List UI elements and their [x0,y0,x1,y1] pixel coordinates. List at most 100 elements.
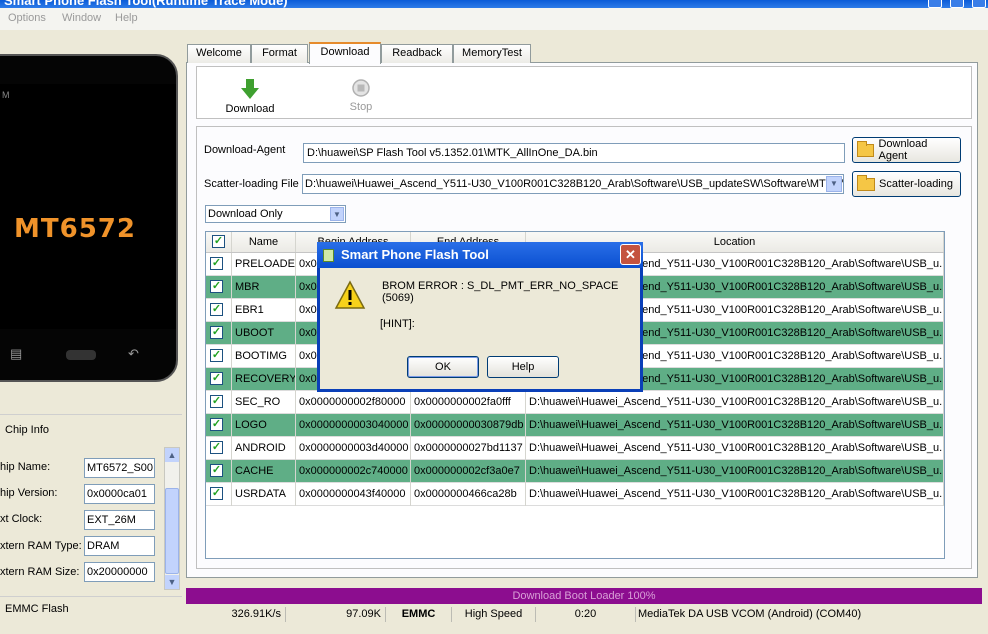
partition-checkbox[interactable]: ✓ [210,303,223,316]
cell-name: USRDATA [232,483,296,506]
cell-checkbox[interactable]: ✓ [206,391,232,414]
cell-checkbox[interactable]: ✓ [206,299,232,322]
scatter-loading-button-label: Scatter-loading [879,178,953,190]
cell-begin-address: 0x0000000003040000 [296,414,411,437]
phone-corner-label: M [2,90,10,100]
scroll-thumb[interactable] [165,488,179,574]
home-key-icon [66,350,96,360]
ram-type-value: DRAM [84,536,155,556]
cell-end-address: 0x0000000466ca28b [411,483,526,506]
download-agent-button[interactable]: Download Agent [852,137,961,163]
ok-button[interactable]: OK [407,356,479,378]
cell-name: RECOVERY [232,368,296,391]
dialog-titlebar: Smart Phone Flash Tool ✕ [317,242,643,268]
back-key-icon: ↶ [128,346,139,361]
partition-checkbox[interactable]: ✓ [210,464,223,477]
download-arrow-icon [241,79,259,99]
window-title: Smart Phone Flash Tool(Runtime Trace Mod… [4,0,288,8]
partition-checkbox[interactable]: ✓ [210,349,223,362]
partition-checkbox[interactable]: ✓ [210,418,223,431]
cell-checkbox[interactable]: ✓ [206,437,232,460]
app-icon [323,249,334,262]
scroll-up-icon[interactable]: ▲ [165,448,179,462]
chevron-down-icon[interactable]: ▼ [330,207,344,221]
partition-checkbox[interactable]: ✓ [210,280,223,293]
chip-info-scrollbar[interactable]: ▲ ▼ [164,447,180,590]
chip-name-label: hip Name: [0,461,51,473]
menu-window[interactable]: Window [62,12,101,24]
cell-checkbox[interactable]: ✓ [206,276,232,299]
cell-name: LOGO [232,414,296,437]
download-agent-path-field[interactable]: D:\huawei\SP Flash Tool v5.1352.01\MTK_A… [303,143,845,163]
scatter-loading-button[interactable]: Scatter-loading [852,171,961,197]
status-speed: 326.91K/s [186,607,286,622]
partition-checkbox[interactable]: ✓ [210,441,223,454]
partition-checkbox[interactable]: ✓ [210,372,223,385]
header-check-all[interactable]: ✓ [206,232,232,252]
menu-options[interactable]: Options [8,12,46,24]
table-row[interactable]: ✓ LOGO 0x0000000003040000 0x00000000030879d… [206,414,944,437]
download-mode-select[interactable]: Download Only ▼ [205,205,346,223]
tab-welcome[interactable]: Welcome [187,44,251,63]
cell-checkbox[interactable]: ✓ [206,322,232,345]
partition-checkbox[interactable]: ✓ [210,487,223,500]
cell-location: D:\huawei\Huawei_Ascend_Y511-U30_V100R00… [526,460,944,483]
table-row[interactable]: ✓ ANDROID 0x0000000003d40000 0x0000000027bd… [206,437,944,460]
menu-help[interactable]: Help [115,12,138,24]
cell-checkbox[interactable]: ✓ [206,368,232,391]
cell-checkbox[interactable]: ✓ [206,253,232,276]
cell-name: BOOTIMG [232,345,296,368]
cell-checkbox[interactable]: ✓ [206,460,232,483]
ext-clock-value: EXT_26M [84,510,155,530]
cell-name: UBOOT [232,322,296,345]
chevron-down-icon[interactable]: ▼ [826,176,842,192]
cell-checkbox[interactable]: ✓ [206,483,232,506]
minimize-button[interactable] [928,0,942,8]
cell-end-address: 0x0000000002fa0fff [411,391,526,414]
cell-name: EBR1 [232,299,296,322]
menu-bar: Options Window Help [0,8,988,30]
close-icon[interactable]: ✕ [620,244,641,265]
cell-name: ANDROID [232,437,296,460]
ram-size-value: 0x20000000 [84,562,155,582]
stop-button[interactable]: Stop [345,78,377,113]
scatter-file-combo[interactable]: D:\huawei\Huawei_Ascend_Y511-U30_V100R00… [302,174,844,194]
partition-checkbox[interactable]: ✓ [210,395,223,408]
ram-type-label: xtern RAM Type: [0,540,82,552]
status-storage-type: EMMC [386,607,452,622]
table-row[interactable]: ✓ USRDATA 0x0000000043f40000 0x0000000466ca… [206,483,944,506]
cell-location: D:\huawei\Huawei_Ascend_Y511-U30_V100R00… [526,414,944,437]
cell-end-address: 0x0000000027bd1137 [411,437,526,460]
ext-clock-label: xt Clock: [0,513,43,525]
chip-brand-label: MT6572 [14,214,136,244]
status-elapsed-time: 0:20 [536,607,636,622]
dialog-title: Smart Phone Flash Tool [341,247,489,262]
cell-name: MBR [232,276,296,299]
cell-checkbox[interactable]: ✓ [206,414,232,437]
status-size: 97.09K [286,607,386,622]
chip-info-header[interactable]: Chip Info [5,424,49,436]
partition-checkbox[interactable]: ✓ [210,257,223,270]
help-button[interactable]: Help [487,356,559,378]
emmc-flash-label[interactable]: EMMC Flash [5,603,69,615]
tab-memorytest[interactable]: MemoryTest [453,44,531,63]
close-window-button[interactable] [972,0,986,8]
window-titlebar: Smart Phone Flash Tool(Runtime Trace Mod… [0,0,988,8]
partition-checkbox[interactable]: ✓ [210,326,223,339]
tab-format[interactable]: Format [251,44,308,63]
stop-button-label: Stop [349,101,373,113]
download-button[interactable]: Download [225,78,275,115]
maximize-button[interactable] [950,0,964,8]
table-row[interactable]: ✓ CACHE 0x000000002c740000 0x000000002cf3a0… [206,460,944,483]
status-usb-speed: High Speed [452,607,536,622]
error-message: BROM ERROR : S_DL_PMT_ERR_NO_SPACE (5069… [382,280,619,304]
scroll-down-icon[interactable]: ▼ [165,575,179,589]
check-all-checkbox[interactable]: ✓ [212,235,225,248]
cell-checkbox[interactable]: ✓ [206,345,232,368]
header-name[interactable]: Name [232,232,296,252]
tab-readback[interactable]: Readback [381,44,453,63]
tab-download[interactable]: Download [309,42,381,64]
menu-key-icon: ▤ [10,346,23,361]
table-row[interactable]: ✓ SEC_RO 0x0000000002f80000 0x0000000002fa0… [206,391,944,414]
divider [0,414,182,415]
